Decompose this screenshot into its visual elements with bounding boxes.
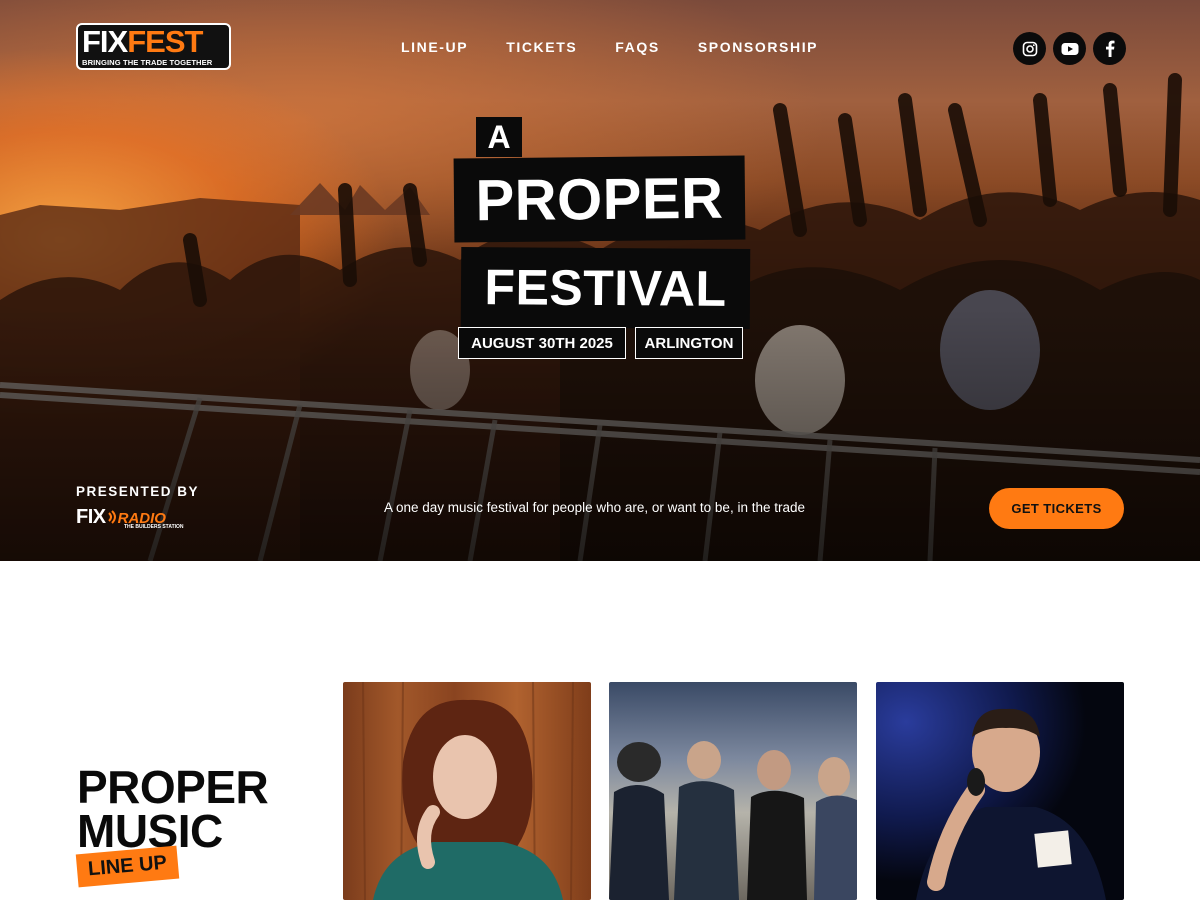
headline-festival: FESTIVAL bbox=[460, 246, 751, 330]
logo-wordmark: FIXFEST bbox=[82, 24, 225, 59]
get-tickets-button[interactable]: GET TICKETS bbox=[989, 488, 1124, 529]
artist-card-2[interactable] bbox=[609, 682, 857, 900]
hero-tagline: A one day music festival for people who … bbox=[384, 500, 805, 515]
instagram-link[interactable] bbox=[1013, 32, 1046, 65]
fixradio-word-fix: FIX bbox=[76, 506, 106, 528]
headline-proper: PROPER bbox=[453, 155, 746, 243]
event-date: AUGUST 30TH 2025 bbox=[458, 327, 626, 359]
fixradio-tagline: THE BUILDERS STATION bbox=[124, 524, 184, 530]
hero-section: FIXFEST BRINGING THE TRADE TOGETHER LINE… bbox=[0, 0, 1200, 561]
logo-word-fest: FEST bbox=[127, 24, 203, 59]
facebook-icon bbox=[1105, 40, 1114, 57]
lineup-title: PROPER MUSIC bbox=[77, 761, 269, 854]
artist-card-3[interactable] bbox=[876, 682, 1124, 900]
nav-tickets[interactable]: TICKETS bbox=[506, 39, 577, 55]
social-links bbox=[1013, 32, 1126, 65]
fixradio-logo[interactable]: FIX RADIO THE BUILDERS STATION bbox=[76, 506, 196, 532]
facebook-link[interactable] bbox=[1093, 32, 1126, 65]
nav-lineup[interactable]: LINE-UP bbox=[401, 39, 468, 55]
artist-photo-2 bbox=[609, 741, 857, 900]
presented-by-label: PRESENTED BY bbox=[76, 484, 200, 499]
lineup-title-line1: PROPER bbox=[77, 761, 269, 813]
fixfest-logo[interactable]: FIXFEST BRINGING THE TRADE TOGETHER bbox=[76, 23, 231, 70]
main-nav: LINE-UP TICKETS FAQS SPONSORSHIP bbox=[401, 39, 856, 55]
artist-card-1[interactable] bbox=[343, 682, 591, 900]
nav-faqs[interactable]: FAQS bbox=[615, 39, 660, 55]
logo-tagline: BRINGING THE TRADE TOGETHER bbox=[82, 58, 213, 67]
youtube-icon bbox=[1061, 42, 1078, 55]
instagram-icon bbox=[1022, 41, 1037, 56]
logo-word-fix: FIX bbox=[82, 24, 128, 59]
headline-a: A bbox=[476, 117, 522, 157]
nav-sponsorship[interactable]: SPONSORSHIP bbox=[698, 39, 818, 55]
radio-waves-icon bbox=[107, 510, 116, 524]
youtube-link[interactable] bbox=[1053, 32, 1086, 65]
artist-photo-1 bbox=[362, 682, 574, 900]
artist-photo-3 bbox=[916, 708, 1106, 900]
event-location: ARLINGTON bbox=[635, 327, 743, 359]
